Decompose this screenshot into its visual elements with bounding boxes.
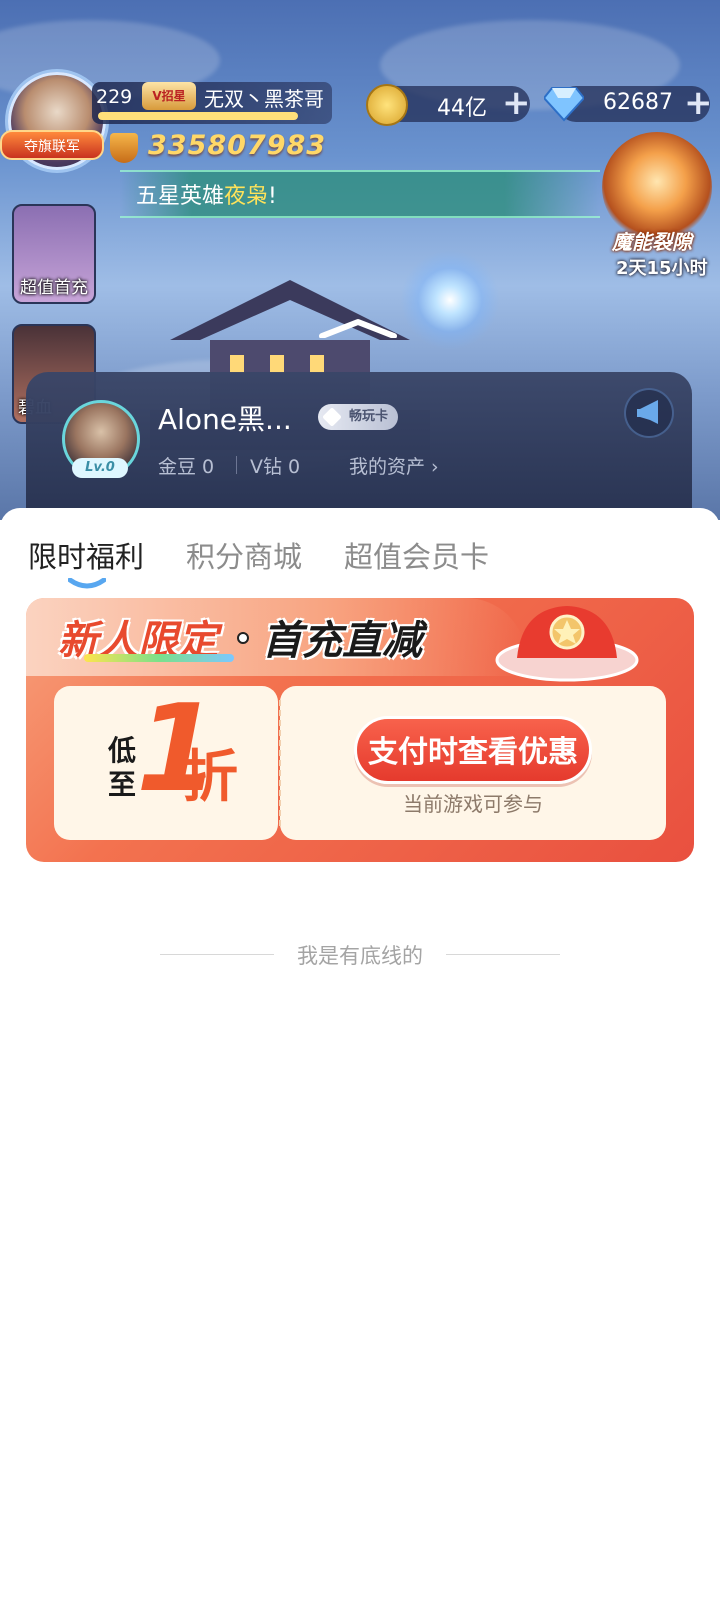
eligibility-note: 当前游戏可参与 — [403, 792, 543, 816]
my-assets-link[interactable]: 我的资产 › — [349, 452, 439, 479]
tab-active-indicator — [68, 578, 106, 589]
gold-beans: 金豆 0 — [158, 456, 215, 478]
announce-button[interactable] — [624, 388, 674, 438]
hat-icon — [495, 606, 639, 682]
user-level-badge: Lv.0 — [72, 458, 128, 478]
rift-event-title: 魔能裂隙 — [612, 230, 692, 254]
view-discount-button[interactable]: 支付时查看优惠 — [354, 716, 592, 784]
guild-badge: 夺旗联军 — [0, 130, 104, 160]
vip-badge: V招星 — [142, 82, 196, 110]
first-charge-card[interactable]: 超值首充 — [12, 204, 96, 304]
announcement-prefix: 五星英雄 — [136, 184, 225, 209]
player-level: 229 — [96, 86, 133, 108]
plus-icon[interactable]: + — [502, 86, 531, 120]
discount-unit: 折 — [182, 745, 238, 810]
pass-card-label: 畅玩卡 — [348, 409, 388, 424]
player-name: 无双丶黑茶哥 — [204, 87, 324, 111]
tab-limited-welfare[interactable]: 限时福利 — [28, 534, 144, 576]
power-value: 335807983 — [148, 130, 327, 161]
sparkle-effect — [400, 250, 500, 350]
gem-icon — [544, 87, 584, 122]
announce-icon — [637, 400, 658, 424]
v-diamond: V钻 0 — [250, 456, 301, 478]
tab-member-card[interactable]: 超值会员卡 — [344, 534, 489, 576]
low-to-label: 低至 — [108, 734, 137, 801]
rift-event-timer: 2天15小时 — [616, 258, 708, 279]
coupon-divider — [279, 700, 281, 826]
user-name: Alone黑... — [158, 403, 292, 436]
announcement-highlight: 夜枭 — [224, 184, 269, 209]
gem-value: 62687 — [603, 90, 673, 115]
chevron-up-icon[interactable] — [318, 318, 398, 338]
announcement-text: 五星英雄夜枭! — [136, 178, 277, 210]
divider — [236, 456, 237, 474]
power-shield-icon — [110, 133, 138, 163]
diamond-icon — [322, 407, 342, 427]
announcement-suffix: ! — [268, 184, 277, 209]
coin-icon — [366, 84, 408, 126]
coin-value: 44亿 — [437, 96, 487, 121]
tab-points-mall[interactable]: 积分商城 — [186, 534, 302, 576]
exp-bar — [98, 112, 298, 120]
pass-card-badge[interactable]: 畅玩卡 — [318, 404, 398, 430]
side-card-label: 超值首充 — [20, 278, 88, 298]
promo-title-underline — [84, 654, 234, 662]
promo-title-discount: 首充直减 — [262, 618, 422, 664]
plus-icon[interactable]: + — [684, 86, 713, 120]
promo-title-dot — [237, 632, 249, 644]
end-of-list-text: 我是有底线的 — [297, 944, 423, 968]
